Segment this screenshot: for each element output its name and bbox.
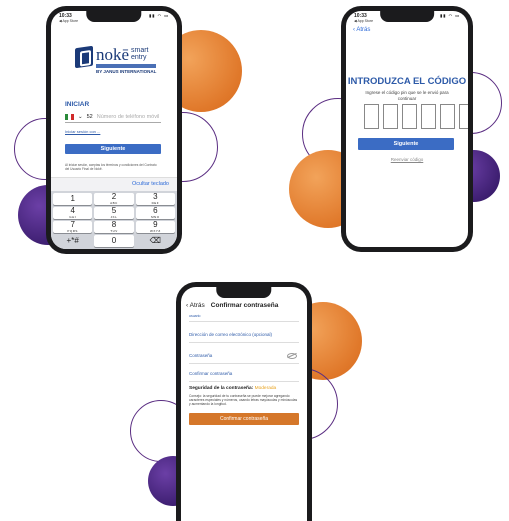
keypad-key[interactable]: 1 [53, 193, 93, 205]
hide-keyboard-button[interactable]: Ocultar teclado [132, 181, 169, 187]
key-number: 0 [111, 236, 117, 245]
back-button[interactable]: ‹ Atrás [186, 302, 205, 309]
keypad-key[interactable]: 5 JKL [94, 206, 134, 219]
password-strength: Seguridad de la contraseña: Moderada [189, 386, 276, 391]
divider [189, 342, 299, 343]
alt-login-link[interactable]: Iniciar sesión con ... [65, 129, 100, 134]
key-number: 5 [111, 206, 117, 215]
lock-logo-icon [75, 45, 93, 69]
phone-login: 10:33 ◀ App Store ▮▮ ◠ ▭ nokē smart entry… [46, 6, 182, 254]
pin-digit-6[interactable] [459, 104, 468, 129]
pin-digit-3[interactable] [402, 104, 417, 129]
keypad-key[interactable]: ⌫ [136, 235, 175, 247]
key-number: 8 [111, 220, 117, 229]
pin-digit-1[interactable] [364, 104, 379, 129]
divider [189, 381, 299, 382]
logo-tagline: smart entry [131, 47, 149, 61]
key-number: 9 [153, 220, 158, 229]
country-code: 52 [86, 113, 93, 120]
divider [189, 363, 299, 364]
keypad-key[interactable]: 3 DEF [135, 192, 175, 205]
login-title: INICIAR [65, 101, 90, 108]
mexico-flag-icon[interactable] [65, 113, 74, 120]
phone-placeholder[interactable]: Número de teléfono móvil [97, 114, 160, 120]
resend-code-link[interactable]: Reenviar código [346, 157, 468, 162]
key-number: ⌫ [149, 236, 161, 245]
key-number: +*# [66, 236, 79, 245]
back-to-app[interactable]: ◀ App Store [354, 19, 373, 23]
signal-wifi-battery-icon: ▮▮ ◠ ▭ [440, 13, 460, 18]
pin-digit-4[interactable] [421, 104, 436, 129]
key-number: 6 [153, 206, 158, 215]
noke-logo: nokē smart entry BY JANUS INTERNATIONAL [75, 45, 157, 75]
pin-inputs [364, 104, 468, 129]
keypad-key[interactable]: 9 WXYZ [135, 220, 175, 233]
nav-bar: ‹ Atrás Confirmar contraseña [186, 302, 278, 309]
signal-wifi-battery-icon: ▮▮ ◠ ▭ [149, 13, 169, 18]
key-number: 4 [70, 206, 75, 215]
email-field[interactable]: Dirección de correo electrónico (opciona… [189, 332, 272, 337]
keypad-key[interactable]: 2 ABC [94, 192, 134, 205]
confirm-password-button[interactable]: Confirmar contraseña [189, 413, 299, 425]
divider [189, 321, 299, 322]
keypad-key[interactable]: +*# [53, 235, 92, 247]
status-bar: 10:33 ◀ App Store ▮▮ ◠ ▭ [354, 13, 460, 23]
phone-number-field[interactable]: ⌄ 52 Número de teléfono móvil [65, 111, 161, 123]
strength-label: Seguridad de la contraseña: [189, 386, 254, 391]
key-number: 1 [70, 194, 75, 203]
phone-code: 10:33 ◀ App Store ▮▮ ◠ ▭ ‹ Atrás INTRODU… [341, 6, 473, 252]
terms-text: Al iniciar sesión, aceptas los términos … [65, 163, 157, 171]
confirm-password-field[interactable]: Confirmar contraseña [189, 371, 232, 376]
password-advice: Consejo: la seguridad de tu contraseña s… [189, 394, 298, 407]
pin-digit-5[interactable] [440, 104, 455, 129]
back-button[interactable]: ‹ Atrás [353, 27, 370, 33]
key-letters: JKL [110, 215, 118, 219]
phone-password: ‹ Atrás Confirmar contraseña usuario Dir… [176, 282, 312, 521]
key-letters: WXYZ [149, 229, 161, 233]
logo-band [96, 64, 156, 68]
code-title: INTRODUZCA EL CÓDIGO [347, 76, 467, 87]
pin-digit-2[interactable] [383, 104, 398, 129]
status-bar: 10:33 ◀ App Store ▮▮ ◠ ▭ [59, 13, 169, 23]
notch [216, 287, 272, 298]
back-to-app[interactable]: ◀ App Store [59, 19, 78, 23]
logo-maker: BY JANUS INTERNATIONAL [96, 69, 157, 74]
keypad-key[interactable]: 0 [94, 235, 134, 247]
strength-value: Moderada [254, 386, 277, 391]
logo-brand: nokē [96, 45, 130, 64]
key-number: 3 [153, 192, 158, 201]
key-letters: MNO [151, 215, 160, 219]
login-screen: 10:33 ◀ App Store ▮▮ ◠ ▭ nokē smart entry… [51, 11, 177, 249]
keypad-key[interactable]: 6 MNO [135, 206, 175, 219]
keypad-key[interactable]: 8 TUV [94, 220, 134, 233]
code-subtitle: Ingrese el código pin que se le envió pa… [365, 90, 449, 101]
numeric-keypad: 1 2 ABC 3 DEF 4 GHI 5 JKL 6 MNO 7 PQRS 8 TUV 9 WXYZ +*# 0 ⌫ [51, 191, 177, 249]
next-button[interactable]: Siguiente [65, 144, 161, 154]
key-letters: TUV [110, 229, 118, 233]
key-letters: PQRS [67, 229, 78, 233]
next-button[interactable]: Siguiente [358, 138, 454, 150]
username-label: usuario [189, 314, 201, 318]
page-title: Confirmar contraseña [210, 302, 279, 309]
code-screen: 10:33 ◀ App Store ▮▮ ◠ ▭ ‹ Atrás INTRODU… [346, 11, 468, 247]
country-chevron-icon[interactable]: ⌄ [78, 114, 83, 120]
key-letters: DEF [151, 201, 160, 205]
eye-hidden-icon[interactable] [287, 353, 297, 359]
password-screen: ‹ Atrás Confirmar contraseña usuario Dir… [181, 287, 307, 521]
key-letters: GHI [69, 215, 77, 219]
password-field[interactable]: Contraseña [189, 353, 212, 358]
key-number: 2 [111, 192, 117, 201]
key-letters: ABC [110, 201, 118, 205]
key-number: 7 [70, 220, 75, 229]
keypad-key[interactable]: 4 GHI [53, 206, 93, 219]
keypad-key[interactable]: 7 PQRS [53, 220, 93, 233]
